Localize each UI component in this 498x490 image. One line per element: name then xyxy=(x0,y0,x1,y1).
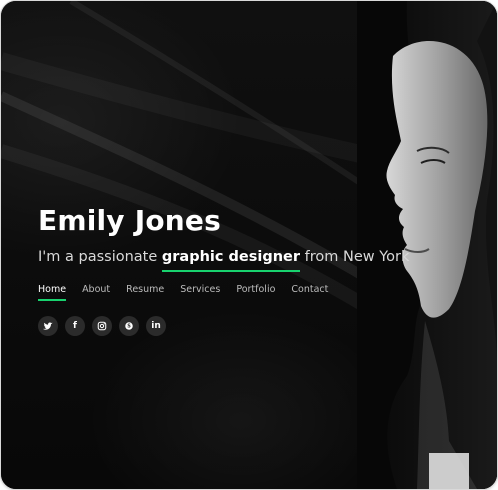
subtitle-highlight: graphic designer xyxy=(161,249,301,272)
portrait-image xyxy=(357,1,497,489)
instagram-icon[interactable] xyxy=(92,316,112,336)
skype-glyph: S xyxy=(125,322,133,330)
twitter-glyph xyxy=(43,322,53,330)
nav-home[interactable]: Home xyxy=(38,284,67,301)
hero-subtitle: I'm a passionate graphic designer from N… xyxy=(38,247,409,272)
main-nav: Home About Resume Services Portfolio Con… xyxy=(38,284,358,301)
twitter-icon[interactable] xyxy=(38,316,58,336)
nav-portfolio[interactable]: Portfolio xyxy=(236,284,275,301)
linkedin-icon[interactable]: in xyxy=(146,316,166,336)
linkedin-glyph: in xyxy=(151,321,161,331)
svg-text:S: S xyxy=(127,324,131,330)
nav-resume[interactable]: Resume xyxy=(126,284,164,301)
nav-contact[interactable]: Contact xyxy=(291,284,328,301)
skype-icon[interactable]: S xyxy=(119,316,139,336)
hero-content: Emily Jones I'm a passionate graphic des… xyxy=(38,204,409,301)
hero-name: Emily Jones xyxy=(38,204,221,237)
facebook-glyph: f xyxy=(73,321,77,331)
screenshot-frame: Emily Jones I'm a passionate graphic des… xyxy=(0,0,498,490)
subtitle-prefix: I'm a passionate xyxy=(38,249,162,265)
facebook-icon[interactable]: f xyxy=(65,316,85,336)
subtitle-suffix: from New York xyxy=(300,249,410,265)
social-links: f S in xyxy=(38,316,166,336)
nav-about[interactable]: About xyxy=(82,284,110,301)
nav-services[interactable]: Services xyxy=(180,284,220,301)
instagram-glyph xyxy=(97,321,107,331)
